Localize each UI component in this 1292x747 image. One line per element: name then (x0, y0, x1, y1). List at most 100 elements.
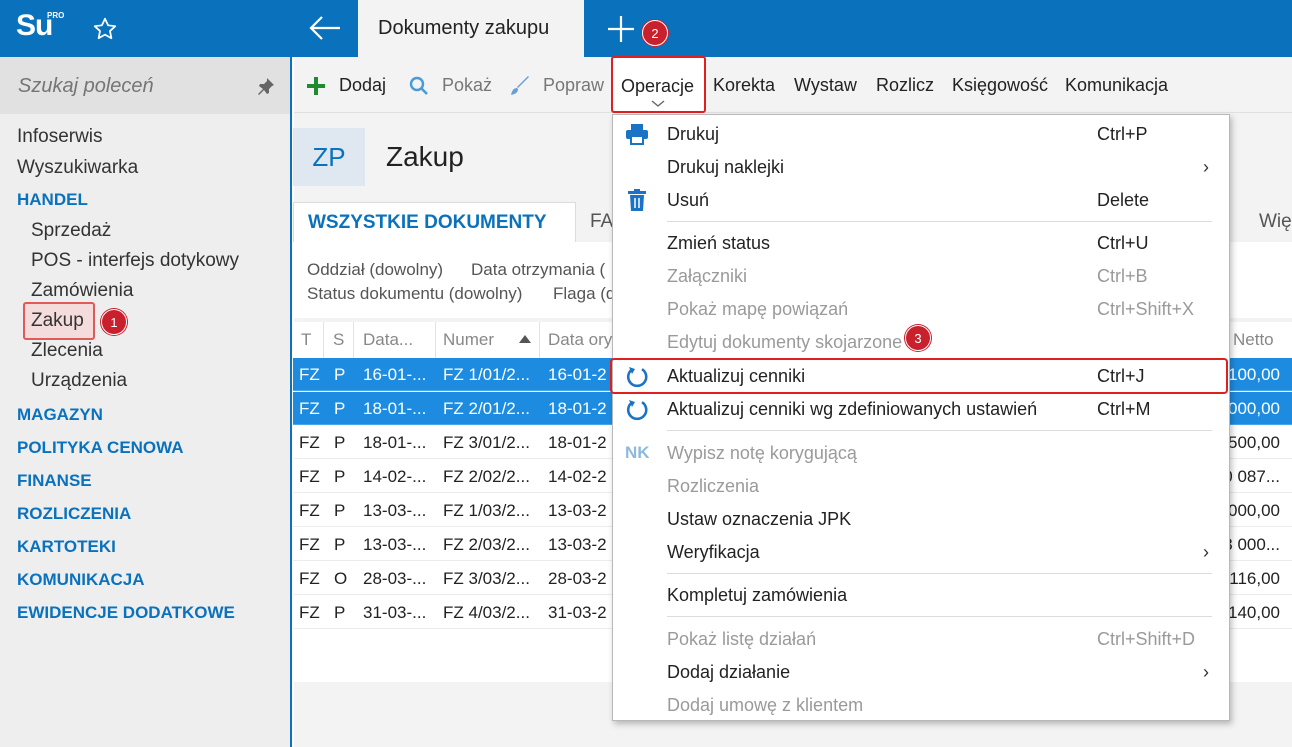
ksiegowosc-button[interactable]: Księgowość (952, 75, 1048, 96)
col-header-netto[interactable]: Netto (1233, 322, 1274, 358)
menu-item-zmien-status[interactable]: Zmień status Ctrl+U (613, 227, 1229, 260)
col-header-numer[interactable]: Numer (443, 322, 494, 358)
sidebar-item-infoserwis[interactable]: Infoserwis (17, 126, 103, 148)
komunikacja-button[interactable]: Komunikacja (1065, 75, 1168, 96)
app-logo[interactable]: Su PRO (0, 0, 70, 57)
filter-oddzial[interactable]: Oddział (dowolny) (307, 260, 443, 280)
cell-type: FZ (299, 603, 320, 622)
menu-item-label: Dodaj umowę z klientem (667, 695, 864, 715)
trash-icon (627, 189, 647, 211)
menu-item-weryfikacja[interactable]: Weryfikacja › (613, 536, 1229, 569)
favorite-star-icon[interactable] (92, 16, 118, 42)
menu-item-dodaj-umowe-z-klientem[interactable]: Dodaj umowę z klientem (613, 689, 1229, 722)
cell-date: 31-03-... (363, 603, 427, 622)
cell-type: FZ (299, 569, 320, 588)
document-code-badge: ZP (293, 128, 365, 186)
tab-wszystkie-dokumenty-label: WSZYSTKIE DOKUMENTY (308, 212, 547, 233)
sidebar-section-handel[interactable]: HANDEL (17, 190, 88, 210)
sidebar-section-ewidencje-dodatkowe[interactable]: EWIDENCJE DODATKOWE (17, 603, 235, 623)
menu-item-label: Drukuj naklejki (667, 157, 785, 177)
nk-icon: NK (625, 443, 650, 462)
sidebar-section-komunikacja[interactable]: KOMUNIKACJA (17, 570, 145, 590)
dodaj-button[interactable]: Dodaj (339, 75, 386, 96)
cell-number: FZ 2/01/2... (443, 399, 530, 418)
filter-flaga[interactable]: Flaga (d (553, 284, 615, 304)
sort-ascending-icon (519, 335, 531, 343)
cell-number: FZ 3/01/2... (443, 433, 530, 452)
sidebar-item-wyszukiwarka[interactable]: Wyszukiwarka (17, 157, 138, 179)
sidebar-section-finanse[interactable]: FINANSE (17, 471, 92, 491)
pin-icon[interactable] (257, 77, 275, 95)
cell-original-date: 13-03-2 (548, 501, 607, 520)
cell-date: 14-02-... (363, 467, 427, 486)
menu-item-rozliczenia[interactable]: Rozliczenia (613, 470, 1229, 503)
operacje-dropdown-menu: Drukuj Ctrl+P Drukuj naklejki › Usuń Del… (612, 114, 1230, 721)
pokaz-button[interactable]: Pokaż (442, 75, 492, 96)
wystaw-button[interactable]: Wystaw (794, 75, 857, 96)
menu-separator (667, 616, 1212, 617)
menu-separator (667, 573, 1212, 574)
menu-item-pokaz-liste-dzialan[interactable]: Pokaż listę działań Ctrl+Shift+D (613, 623, 1229, 656)
operacje-menu-button[interactable]: Operacje (611, 56, 706, 113)
submenu-chevron-right-icon: › (1203, 662, 1209, 682)
rozlicz-button[interactable]: Rozlicz (876, 75, 934, 96)
sidebar-section-polityka-cenowa[interactable]: POLITYKA CENOWA (17, 438, 184, 458)
cell-date: 13-03-... (363, 501, 427, 520)
sidebar-item-zamowienia[interactable]: Zamówienia (31, 280, 133, 302)
menu-shortcut: Delete (1097, 190, 1150, 210)
menu-item-drukuj-naklejki[interactable]: Drukuj naklejki › (613, 151, 1229, 184)
menu-shortcut: Ctrl+B (1097, 266, 1148, 286)
tab-wiecej[interactable]: Wię (1233, 211, 1292, 241)
sidebar-item-pos[interactable]: POS - interfejs dotykowy (31, 250, 239, 272)
cell-original-date: 18-01-2 (548, 433, 607, 452)
new-tab-plus-icon[interactable] (606, 14, 636, 44)
magnifier-icon (409, 76, 429, 96)
page-title: Zakup (386, 141, 464, 172)
sidebar-item-sprzedaz[interactable]: Sprzedaż (31, 220, 111, 242)
menu-shortcut: Ctrl+U (1097, 233, 1149, 253)
menu-item-label: Załączniki (667, 266, 748, 286)
menu-item-wypisz-note-korygujaca[interactable]: NK Wypisz notę korygującą (613, 437, 1229, 470)
brush-icon (509, 75, 531, 97)
tab-wszystkie-dokumenty[interactable]: WSZYSTKIE DOKUMENTY (293, 202, 576, 242)
menu-item-pokaz-mape-powiazan[interactable]: Pokaż mapę powiązań Ctrl+Shift+X (613, 293, 1229, 326)
menu-item-label: Ustaw oznaczenia JPK (667, 509, 852, 529)
sidebar-item-zakup[interactable]: Zakup (31, 310, 84, 332)
filter-status[interactable]: Status dokumentu (dowolny) (307, 284, 522, 304)
col-header-data[interactable]: Data... (363, 322, 413, 358)
command-search-input[interactable] (18, 71, 248, 101)
menu-shortcut: Ctrl+M (1097, 399, 1151, 419)
menu-item-drukuj[interactable]: Drukuj Ctrl+P (613, 118, 1229, 151)
filter-data-otrzymania[interactable]: Data otrzymania ( (471, 260, 605, 280)
menu-item-ustaw-oznaczenia-jpk[interactable]: Ustaw oznaczenia JPK (613, 503, 1229, 536)
step-badge-3: 3 (905, 325, 931, 351)
menu-item-label: Usuń (667, 190, 710, 210)
logo-pro-text: PRO (47, 11, 65, 20)
sidebar-item-urzadzenia[interactable]: Urządzenia (31, 370, 127, 392)
col-header-data-oryginalu[interactable]: Data ory (548, 322, 612, 358)
refresh-icon (625, 398, 649, 422)
menu-item-dodaj-dzialanie[interactable]: Dodaj działanie › (613, 656, 1229, 689)
menu-item-aktualizuj-cenniki-wg-ustawien[interactable]: Aktualizuj cenniki wg zdefiniowanych ust… (613, 393, 1229, 426)
menu-item-usun[interactable]: Usuń Delete (613, 184, 1229, 217)
cell-original-date: 14-02-2 (548, 467, 607, 486)
operacje-label: Operacje (621, 76, 695, 96)
col-header-t[interactable]: T (301, 322, 311, 358)
cell-date: 16-01-... (363, 365, 427, 384)
korekta-button[interactable]: Korekta (713, 75, 775, 96)
popraw-button[interactable]: Popraw (543, 75, 604, 96)
tab-dokumenty-zakupu[interactable]: Dokumenty zakupu (358, 0, 584, 57)
menu-item-zalaczniki[interactable]: Załączniki Ctrl+B (613, 260, 1229, 293)
col-divider (323, 322, 324, 358)
sidebar-section-magazyn[interactable]: MAGAZYN (17, 405, 103, 425)
menu-item-kompletuj-zamowienia[interactable]: Kompletuj zamówienia (613, 579, 1229, 612)
menu-item-label: Kompletuj zamówienia (667, 585, 848, 605)
col-header-s[interactable]: S (333, 322, 344, 358)
sidebar-item-zlecenia[interactable]: Zlecenia (31, 340, 103, 362)
menu-item-label: Drukuj (667, 124, 720, 144)
sidebar-section-rozliczenia[interactable]: ROZLICZENIA (17, 504, 131, 524)
cell-status: P (334, 501, 346, 520)
back-arrow-icon[interactable] (308, 14, 342, 42)
sidebar-section-kartoteki[interactable]: KARTOTEKI (17, 537, 116, 557)
tab-fa[interactable]: FA (590, 211, 613, 233)
